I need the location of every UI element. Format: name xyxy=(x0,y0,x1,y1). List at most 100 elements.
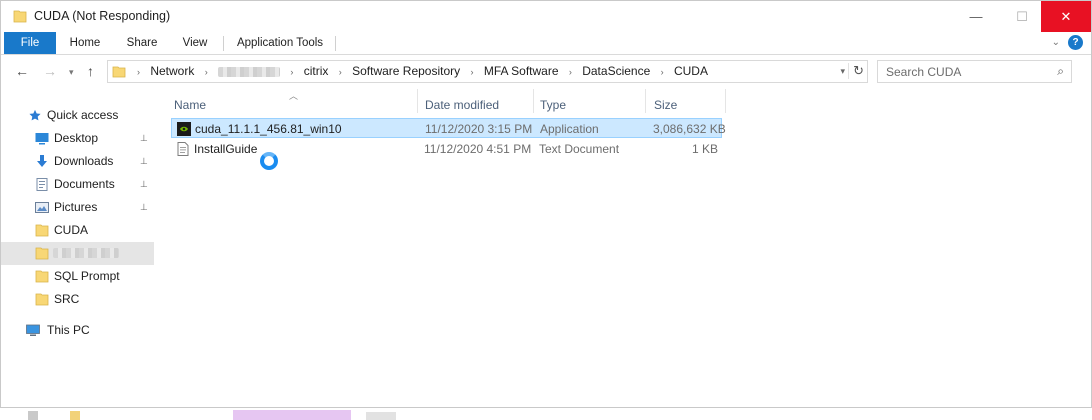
redacted-breadcrumb[interactable] xyxy=(218,66,281,77)
minimize-button[interactable]: — xyxy=(953,1,999,32)
tab-home[interactable]: Home xyxy=(56,32,114,54)
search-input[interactable]: Search CUDA ⌕ xyxy=(877,60,1072,83)
desktop-icon xyxy=(35,133,49,145)
search-icon[interactable]: ⌕ xyxy=(1057,64,1064,79)
computer-icon xyxy=(26,324,40,336)
file-list: ︿ Name Date modified Type Size cuda_11.1… xyxy=(161,89,1091,407)
chevron-right-icon: › xyxy=(290,67,294,77)
documents-icon xyxy=(36,178,48,191)
breadcrumb-cuda[interactable]: CUDA xyxy=(674,61,708,82)
file-name: InstallGuide xyxy=(194,142,258,156)
address-dropdown-icon[interactable]: ▾ xyxy=(840,66,845,77)
busy-cursor-icon xyxy=(260,152,278,170)
column-header-name[interactable]: Name xyxy=(174,94,206,116)
breadcrumb-mfa-software[interactable]: MFA Software xyxy=(484,61,559,82)
pin-icon[interactable]: ⊥ xyxy=(140,127,148,150)
sidebar-item-pictures[interactable]: Pictures ⊥ xyxy=(1,196,154,219)
tab-application-tools[interactable]: Application Tools xyxy=(227,32,333,54)
sidebar-item-desktop[interactable]: Desktop ⊥ xyxy=(1,127,154,150)
table-row[interactable]: InstallGuide 11/12/2020 4:51 PM Text Doc… xyxy=(171,139,722,159)
nvidia-app-icon xyxy=(177,122,191,136)
column-header-size[interactable]: Size xyxy=(654,94,677,116)
redacted-label xyxy=(53,248,119,258)
back-arrow-icon[interactable]: ← xyxy=(15,63,29,79)
ribbon-right-controls: ⌄ ? xyxy=(1052,35,1083,50)
folder-icon[interactable] xyxy=(70,411,80,420)
pin-icon[interactable]: ⊥ xyxy=(140,150,148,173)
sidebar-item-documents[interactable]: Documents ⊥ xyxy=(1,173,154,196)
sidebar-item-label: Quick access xyxy=(47,108,119,122)
sidebar-item-label: Pictures xyxy=(54,200,98,214)
column-divider[interactable] xyxy=(533,89,534,113)
file-name: cuda_11.1.1_456.81_win10 xyxy=(195,122,342,136)
ribbon-tabs: File Home Share View Application Tools ⌄… xyxy=(1,32,1091,55)
taskbar-app-button[interactable] xyxy=(366,412,396,420)
file-size: 1 KB xyxy=(691,142,718,156)
star-icon xyxy=(29,109,41,121)
chevron-right-icon: › xyxy=(338,67,342,77)
column-header-type[interactable]: Type xyxy=(540,94,566,116)
sidebar-item-this-pc[interactable]: This PC xyxy=(1,319,154,342)
address-bar[interactable]: › Network › › citrix › Software Reposito… xyxy=(107,60,868,83)
up-arrow-icon[interactable]: ↑ xyxy=(87,63,94,79)
sidebar-item-quick-access[interactable]: Quick access xyxy=(1,104,154,127)
file-type: Application xyxy=(540,122,599,136)
taskbar-app-button[interactable] xyxy=(233,410,351,420)
recent-locations-chevron-icon[interactable]: ▾ xyxy=(69,67,74,78)
refresh-icon[interactable]: ↻ xyxy=(848,63,864,79)
explorer-window: CUDA (Not Responding) — ☐ ✕ File Home Sh… xyxy=(0,0,1092,408)
chevron-down-icon[interactable]: ⌄ xyxy=(1052,37,1060,48)
window-title: CUDA (Not Responding) xyxy=(34,9,171,23)
sidebar-item-label: SRC xyxy=(54,292,80,306)
sidebar-item-label: Documents xyxy=(54,177,115,191)
help-icon[interactable]: ? xyxy=(1068,35,1083,50)
folder-icon xyxy=(112,66,126,78)
column-header-date-modified[interactable]: Date modified xyxy=(425,94,499,116)
sidebar-item-label: CUDA xyxy=(54,223,89,237)
sidebar-item-label: Downloads xyxy=(54,154,114,168)
folder-icon xyxy=(13,10,27,23)
forward-arrow-icon[interactable]: → xyxy=(43,63,57,79)
breadcrumb-datascience[interactable]: DataScience xyxy=(582,61,650,82)
address-row: ← → ▾ ↑ › Network › › citrix › Software … xyxy=(1,55,1091,89)
downloads-icon xyxy=(37,155,47,167)
sidebar-item-cuda[interactable]: CUDA xyxy=(1,219,154,242)
column-divider[interactable] xyxy=(725,89,726,113)
file-type: Text Document xyxy=(539,142,620,156)
pictures-icon xyxy=(35,202,49,213)
search-placeholder: Search CUDA xyxy=(886,65,962,79)
pin-icon[interactable]: ⊥ xyxy=(140,196,148,219)
tab-view[interactable]: View xyxy=(170,32,220,54)
navigation-pane: Quick access Desktop ⊥ Downloads ⊥ Docum… xyxy=(1,89,156,407)
sidebar-item-sql-prompt[interactable]: SQL Prompt xyxy=(1,265,154,288)
chevron-right-icon: › xyxy=(660,67,664,77)
pin-icon[interactable]: ⊥ xyxy=(140,173,148,196)
taskbar-app-icon[interactable] xyxy=(28,411,38,420)
file-size: 3,086,632 KB xyxy=(653,122,726,136)
column-divider[interactable] xyxy=(645,89,646,113)
tab-share[interactable]: Share xyxy=(114,32,170,54)
folder-icon xyxy=(35,247,49,260)
title-bar: CUDA (Not Responding) — ☐ ✕ xyxy=(1,1,1091,32)
text-document-icon xyxy=(177,142,189,156)
sidebar-item-src[interactable]: SRC xyxy=(1,288,154,311)
close-button[interactable]: ✕ xyxy=(1041,1,1091,32)
folder-icon xyxy=(35,270,49,283)
column-divider[interactable] xyxy=(417,89,418,113)
chevron-right-icon: › xyxy=(204,67,208,77)
breadcrumb: › Network › › citrix › Software Reposito… xyxy=(130,61,708,82)
sidebar-item-redacted[interactable] xyxy=(1,242,154,265)
ribbon-divider xyxy=(223,36,224,51)
breadcrumb-citrix[interactable]: citrix xyxy=(304,61,329,82)
folder-icon xyxy=(35,293,49,306)
tab-file[interactable]: File xyxy=(4,32,56,54)
table-row[interactable]: cuda_11.1.1_456.81_win10 11/12/2020 3:15… xyxy=(171,118,726,138)
taskbar-strip xyxy=(0,408,1092,420)
folder-icon xyxy=(35,224,49,237)
maximize-button[interactable]: ☐ xyxy=(999,1,1045,32)
chevron-right-icon: › xyxy=(568,67,572,77)
breadcrumb-network[interactable]: Network xyxy=(150,61,194,82)
breadcrumb-software-repository[interactable]: Software Repository xyxy=(352,61,460,82)
sidebar-item-downloads[interactable]: Downloads ⊥ xyxy=(1,150,154,173)
file-date: 11/12/2020 4:51 PM xyxy=(424,142,532,156)
